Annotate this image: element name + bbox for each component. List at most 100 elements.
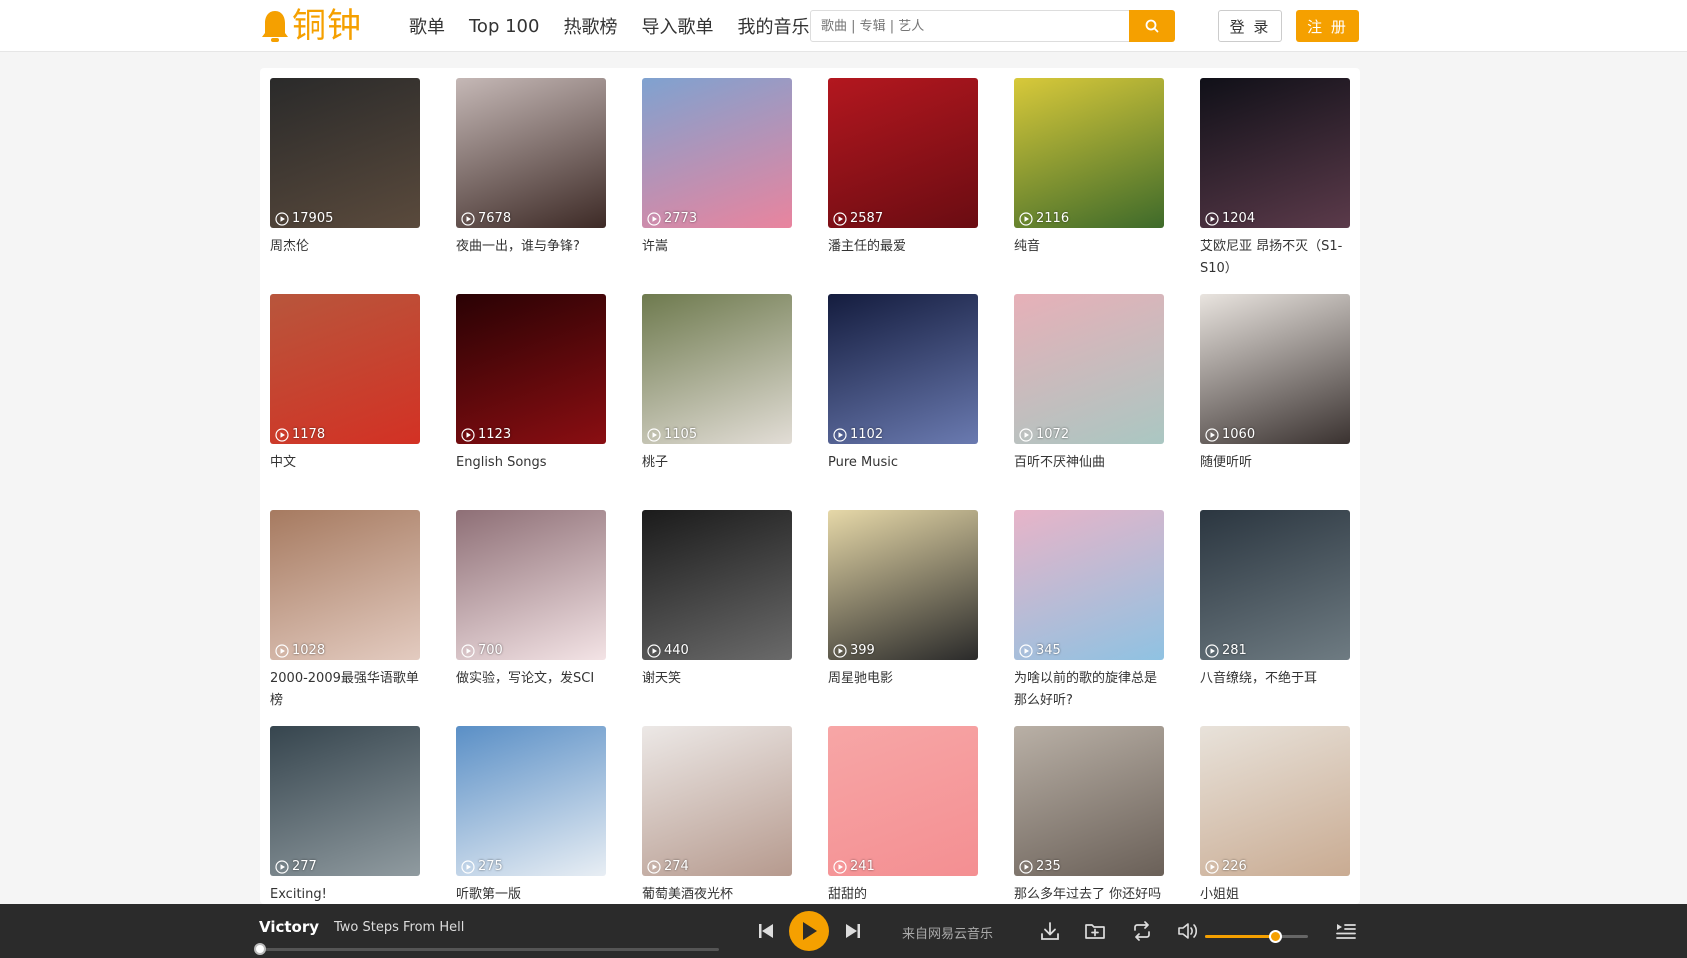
playlist-title[interactable]: 为啥以前的歌的旋律总是那么好听? [1014,668,1164,712]
playlist-card[interactable]: 235 那么多年过去了 你还好吗 [1014,726,1164,904]
playlist-title[interactable]: 百听不厌神仙曲 [1014,452,1164,474]
playlist-title[interactable]: Exciting! [270,884,420,904]
site-logo[interactable]: 铜钟 [260,7,362,45]
playlist-card[interactable]: 1028 2000-2009最强华语歌单榜 [270,510,420,726]
playlist-cover[interactable]: 241 [828,726,978,876]
playlist-card[interactable]: 345 为啥以前的歌的旋律总是那么好听? [1014,510,1164,726]
play-count: 1102 [833,427,883,442]
playlist-title[interactable]: 做实验，写论文，发SCI [456,668,606,690]
play-count: 1123 [461,427,511,442]
playlist-title[interactable]: 那么多年过去了 你还好吗 [1014,884,1164,904]
playlist-cover[interactable]: 17905 [270,78,420,228]
playlist-cover[interactable]: 235 [1014,726,1164,876]
playlist-card[interactable]: 226 小姐姐 [1200,726,1350,904]
repeat-button[interactable] [1130,919,1154,943]
playlist-title[interactable]: 听歌第一版 [456,884,606,904]
playlist-title[interactable]: 谢天笑 [642,668,792,690]
playlist-cover[interactable]: 700 [456,510,606,660]
play-count: 2116 [1019,211,1069,226]
playlist-card[interactable]: 241 甜甜的 [828,726,978,904]
playlist-card[interactable]: 2116 纯音 [1014,78,1164,294]
volume-slider[interactable] [1205,930,1308,943]
playlist-cover[interactable]: 274 [642,726,792,876]
playlist-cover[interactable]: 1204 [1200,78,1350,228]
play-count: 440 [647,643,689,658]
nav-playlists[interactable]: 歌单 [409,13,445,39]
playlist-title[interactable]: 夜曲一出，谁与争锋? [456,236,606,258]
volume-handle[interactable] [1269,930,1283,943]
playlist-cover[interactable]: 1123 [456,294,606,444]
progress-handle[interactable] [254,943,266,955]
playlist-title[interactable]: 潘主任的最爱 [828,236,978,258]
playlist-title[interactable]: 艾欧尼亚 昂扬不灭（S1-S10） [1200,236,1350,280]
playlist-cover[interactable]: 1028 [270,510,420,660]
playlist-cover[interactable]: 226 [1200,726,1350,876]
playlist-cover[interactable]: 1060 [1200,294,1350,444]
playlist-cover[interactable]: 7678 [456,78,606,228]
playlist-cover[interactable]: 1178 [270,294,420,444]
previous-button[interactable] [756,920,776,942]
next-button[interactable] [843,920,863,942]
search-button[interactable] [1129,10,1175,42]
playlist-title[interactable]: 许嵩 [642,236,792,258]
playlist-card[interactable]: 1102 Pure Music [828,294,978,510]
nav-top100[interactable]: Top 100 [469,16,539,37]
playlist-title[interactable]: 葡萄美酒夜光杯 [642,884,792,904]
playlist-card[interactable]: 275 听歌第一版 [456,726,606,904]
playlist-cover[interactable]: 399 [828,510,978,660]
playlist-title[interactable]: 甜甜的 [828,884,978,904]
playlist-card[interactable]: 1204 艾欧尼亚 昂扬不灭（S1-S10） [1200,78,1350,294]
playlist-card[interactable]: 1123 English Songs [456,294,606,510]
playlist-card[interactable]: 1072 百听不厌神仙曲 [1014,294,1164,510]
playlist-cover[interactable]: 2116 [1014,78,1164,228]
playlist-cover[interactable]: 345 [1014,510,1164,660]
play-button[interactable] [789,911,829,951]
playlist-cover[interactable]: 281 [1200,510,1350,660]
playlist-card[interactable]: 1105 桃子 [642,294,792,510]
playlist-cover[interactable]: 2587 [828,78,978,228]
playlist-title[interactable]: 随便听听 [1200,452,1350,474]
volume-button[interactable] [1176,919,1202,943]
nav-import-playlist[interactable]: 导入歌单 [641,13,713,39]
login-button[interactable]: 登 录 [1218,10,1282,42]
playlist-card[interactable]: 700 做实验，写论文，发SCI [456,510,606,726]
playlist-title[interactable]: 2000-2009最强华语歌单榜 [270,668,420,712]
playlist-title[interactable]: 桃子 [642,452,792,474]
playlist-title[interactable]: 周星驰电影 [828,668,978,690]
playlist-card[interactable]: 1178 中文 [270,294,420,510]
playlist-cover[interactable]: 1102 [828,294,978,444]
playlist-card[interactable]: 2587 潘主任的最爱 [828,78,978,294]
playlist-title[interactable]: 中文 [270,452,420,474]
add-to-folder-button[interactable] [1083,919,1107,943]
playlist-cover[interactable]: 440 [642,510,792,660]
playlist-title[interactable]: 纯音 [1014,236,1164,258]
register-button[interactable]: 注 册 [1296,10,1359,42]
playlist-cover[interactable]: 1105 [642,294,792,444]
playlist-title[interactable]: 小姐姐 [1200,884,1350,904]
playlist-cover[interactable]: 2773 [642,78,792,228]
download-button[interactable] [1038,919,1062,943]
playlist-card[interactable]: 274 葡萄美酒夜光杯 [642,726,792,904]
playlist-card[interactable]: 7678 夜曲一出，谁与争锋? [456,78,606,294]
play-count: 399 [833,643,875,658]
progress-bar[interactable] [254,943,719,955]
play-count-value: 7678 [478,211,512,226]
playlist-title[interactable]: 周杰伦 [270,236,420,258]
playlist-cover[interactable]: 1072 [1014,294,1164,444]
playlist-card[interactable]: 1060 随便听听 [1200,294,1350,510]
playlist-title[interactable]: Pure Music [828,452,978,474]
playlist-queue-button[interactable] [1334,919,1358,943]
playlist-title[interactable]: 八音缭绕，不绝于耳 [1200,668,1350,690]
search-input[interactable] [810,10,1130,42]
playlist-card[interactable]: 399 周星驰电影 [828,510,978,726]
playlist-title[interactable]: English Songs [456,452,606,474]
playlist-card[interactable]: 440 谢天笑 [642,510,792,726]
playlist-cover[interactable]: 277 [270,726,420,876]
playlist-card[interactable]: 17905 周杰伦 [270,78,420,294]
playlist-card[interactable]: 281 八音缭绕，不绝于耳 [1200,510,1350,726]
playlist-cover[interactable]: 275 [456,726,606,876]
playlist-card[interactable]: 2773 许嵩 [642,78,792,294]
nav-hot-chart[interactable]: 热歌榜 [563,13,617,39]
nav-my-music[interactable]: 我的音乐 [737,13,809,39]
playlist-card[interactable]: 277 Exciting! [270,726,420,904]
